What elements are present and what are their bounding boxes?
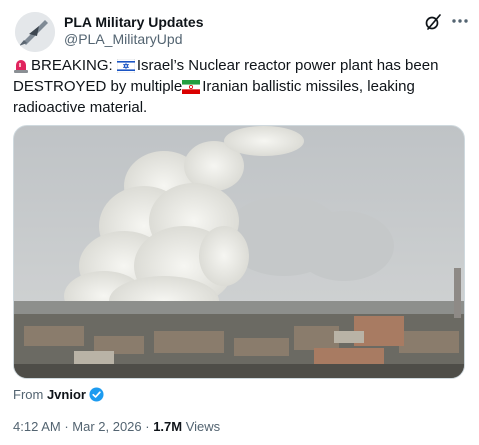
avatar-image — [15, 12, 55, 52]
iran-flag-emoji — [182, 80, 201, 94]
verified-badge-icon — [89, 387, 104, 402]
tweet-breaking-text: BREAKING: — [31, 57, 117, 74]
grok-icon[interactable] — [424, 13, 442, 31]
tweet-date[interactable]: Mar 2, 2026 — [72, 419, 141, 434]
author-name[interactable]: PLA Military Updates — [64, 14, 204, 30]
views-count: 1.7M — [153, 419, 183, 434]
tweet-text: BREAKING: Israel’s Nuclear reactor power… — [13, 55, 473, 118]
meta-separator: · — [60, 419, 73, 434]
meta-separator: · — [141, 419, 154, 434]
media-image — [14, 126, 464, 378]
tweet-meta: 4:12 AM · Mar 2, 2026 · 1.7M Views — [13, 419, 220, 434]
source-name[interactable]: Jvnior — [47, 387, 86, 402]
police-light-emoji — [14, 60, 28, 73]
from-prefix: From — [13, 387, 47, 402]
more-icon[interactable] — [450, 11, 470, 31]
israel-flag-emoji — [116, 59, 135, 73]
source-attribution: From Jvnior — [13, 387, 104, 402]
tweet-time[interactable]: 4:12 AM — [13, 419, 61, 434]
avatar[interactable] — [15, 12, 55, 52]
views-label: Views — [182, 419, 221, 434]
media-video[interactable] — [13, 125, 465, 379]
author-handle[interactable]: @PLA_MilitaryUpd — [64, 31, 182, 47]
